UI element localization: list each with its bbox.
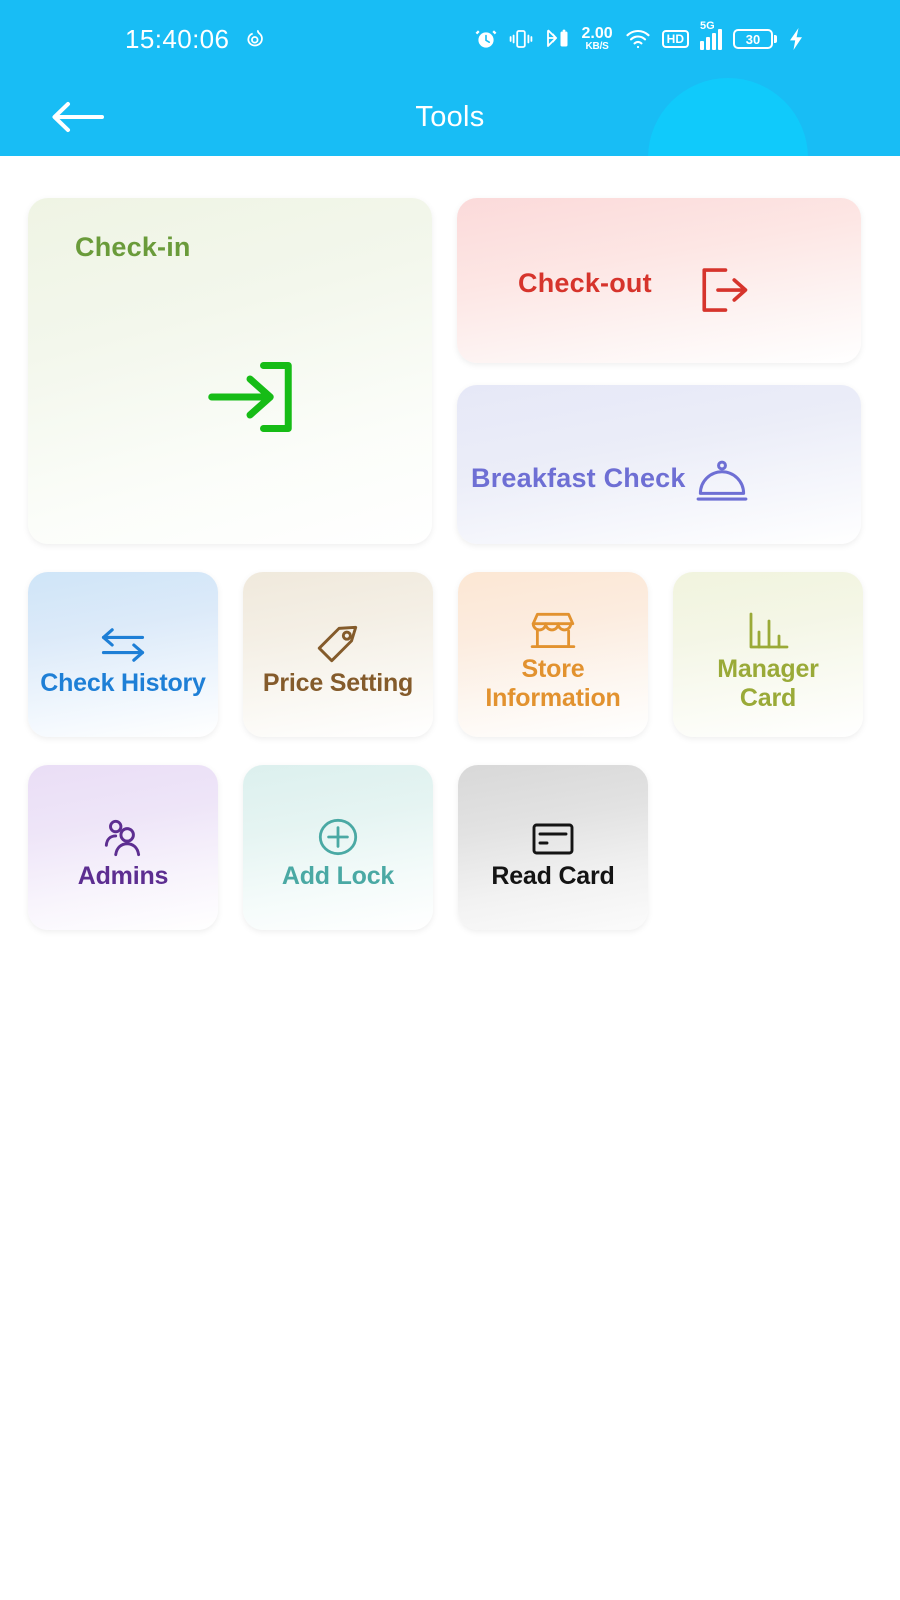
tile-read-card[interactable]: Read Card [458,765,648,930]
tile-add-lock[interactable]: Add Lock [243,765,433,930]
battery-cap [774,35,777,43]
battery-icon: 30 [733,29,777,49]
tile-check-history-label: Check History [40,669,206,697]
tile-admins[interactable]: Admins [28,765,218,930]
network-speed-value: 2.00 [581,25,613,42]
tile-manager-card-label: Manager Card [717,654,819,712]
storefront-icon [528,597,578,653]
netease-music-icon [243,27,268,52]
tile-store-information-label: Store Information [485,654,621,712]
tile-read-card-label: Read Card [491,862,615,890]
tile-check-out[interactable]: Check-out [457,198,861,363]
vibrate-icon [509,28,533,50]
charging-bolt-icon [788,27,804,51]
logout-arrow-icon [693,260,753,325]
swap-arrows-icon [97,611,149,667]
tools-grid: Check History Price Setting Store Inform… [28,572,872,930]
signal-bar-1 [700,40,704,50]
credit-card-icon [529,804,577,860]
signal-5g-label: 5G [700,19,715,32]
tools-column-left: Check-in [28,198,432,544]
plus-circle-icon [313,804,363,860]
tile-check-history[interactable]: Check History [28,572,218,737]
tools-row-primary: Check-in Check-out Breakfast Check [28,198,872,544]
tools-column-right: Check-out Breakfast Check [457,198,861,544]
back-arrow-icon [52,102,104,132]
back-button[interactable] [46,91,110,143]
bar-chart-icon [744,597,792,653]
nav-bar: Tools [0,78,900,156]
network-speed-icon: 2.00 KB/S [582,26,613,52]
hd-badge-icon: HD [661,30,689,48]
tile-price-setting-label: Price Setting [262,669,414,697]
status-time: 15:40:06 [125,23,230,54]
status-bar-right: 2.00 KB/S HD 5G 30 [474,0,804,78]
app-header: 15:40:06 2.00 KB/S HD 5G 30 Tools [0,0,900,156]
tile-check-out-label: Check-out [518,268,652,298]
signal-bar-2 [706,36,710,50]
login-arrow-icon [196,343,304,456]
wifi-icon [625,28,651,50]
network-speed-unit: KB/S [585,41,609,52]
tile-admins-label: Admins [77,862,169,890]
tile-breakfast-check-label: Breakfast Check [471,463,686,493]
price-tag-icon [313,611,363,667]
users-icon [98,804,148,860]
tile-check-in-label: Check-in [75,232,191,262]
battery-level: 30 [733,29,773,49]
tile-add-lock-label: Add Lock [281,862,395,890]
signal-bar-4 [718,28,722,50]
tools-content: Check-in Check-out Breakfast Check Check… [0,156,900,930]
tile-price-setting[interactable]: Price Setting [243,572,433,737]
status-bar-left: 15:40:06 [125,24,268,55]
signal-bar-3 [712,32,716,50]
alarm-clock-icon [474,27,498,51]
tile-store-information[interactable]: Store Information [458,572,648,737]
signal-5g-icon: 5G [700,20,722,50]
food-dome-icon [694,457,750,512]
phone-screen: 15:40:06 2.00 KB/S HD 5G 30 Tools Check-… [0,0,900,1600]
tile-manager-card[interactable]: Manager Card [673,572,863,737]
tile-breakfast-check[interactable]: Breakfast Check [457,385,861,544]
bluetooth-battery-icon [544,27,570,51]
page-title: Tools [415,100,485,133]
tile-check-in[interactable]: Check-in [28,198,432,544]
status-bar: 15:40:06 2.00 KB/S HD 5G 30 [0,0,900,78]
